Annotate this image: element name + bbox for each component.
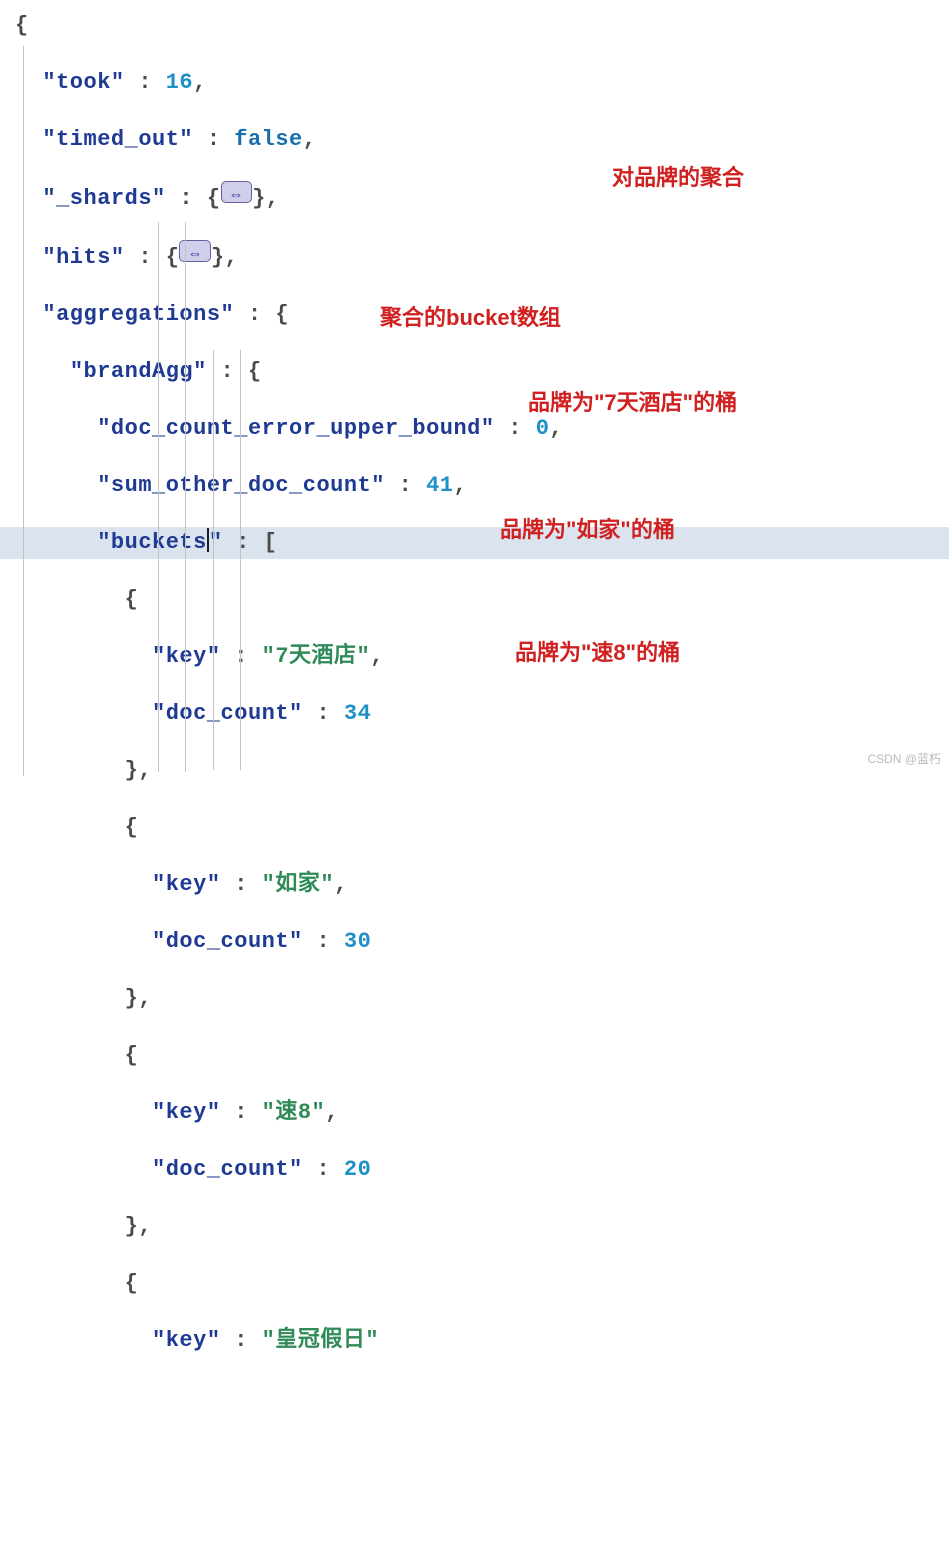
json-key: "aggregations" bbox=[42, 302, 234, 327]
json-string: "速8" bbox=[262, 1100, 326, 1125]
fold-icon[interactable]: ⇔ bbox=[221, 181, 253, 203]
json-number: 34 bbox=[344, 701, 371, 726]
annotation: 品牌为"速8"的桶 bbox=[515, 635, 680, 667]
json-key: "doc_count" bbox=[152, 929, 303, 954]
annotation: 品牌为"如家"的桶 bbox=[500, 512, 675, 544]
json-key: "key" bbox=[152, 872, 221, 897]
json-key: "key" bbox=[152, 1328, 221, 1353]
arrow-icon bbox=[0, 1382, 949, 1546]
json-number: 41 bbox=[426, 473, 453, 498]
json-key: "timed_out" bbox=[42, 127, 193, 152]
json-number: 20 bbox=[344, 1157, 371, 1182]
json-key: "sum_other_doc_count" bbox=[97, 473, 385, 498]
json-key: "hits" bbox=[42, 245, 124, 270]
json-code: { "took" : 16, "timed_out" : false, "_sh… bbox=[0, 0, 949, 1382]
annotation: 聚合的bucket数组 bbox=[380, 300, 561, 332]
json-string: "7天酒店" bbox=[262, 644, 371, 669]
json-key: "key" bbox=[152, 1100, 221, 1125]
json-number: 30 bbox=[344, 929, 371, 954]
watermark: CSDN @蓝朽 bbox=[867, 750, 941, 767]
json-key: "_shards" bbox=[42, 186, 165, 211]
json-number: 16 bbox=[166, 70, 193, 95]
json-string: "皇冠假日" bbox=[262, 1328, 379, 1353]
json-key: "buckets" bbox=[97, 530, 222, 555]
json-key: "doc_count" bbox=[152, 701, 303, 726]
annotation: 对品牌的聚合 bbox=[612, 160, 744, 192]
json-string: "如家" bbox=[262, 872, 334, 897]
json-key: "took" bbox=[42, 70, 124, 95]
json-key: "key" bbox=[152, 644, 221, 669]
json-number: 0 bbox=[536, 416, 550, 441]
annotation: 品牌为"7天酒店"的桶 bbox=[528, 385, 737, 417]
json-key: "doc_count_error_upper_bound" bbox=[97, 416, 494, 441]
json-key: "brandAgg" bbox=[70, 359, 207, 384]
json-bool: false bbox=[234, 127, 303, 152]
json-key: "doc_count" bbox=[152, 1157, 303, 1182]
